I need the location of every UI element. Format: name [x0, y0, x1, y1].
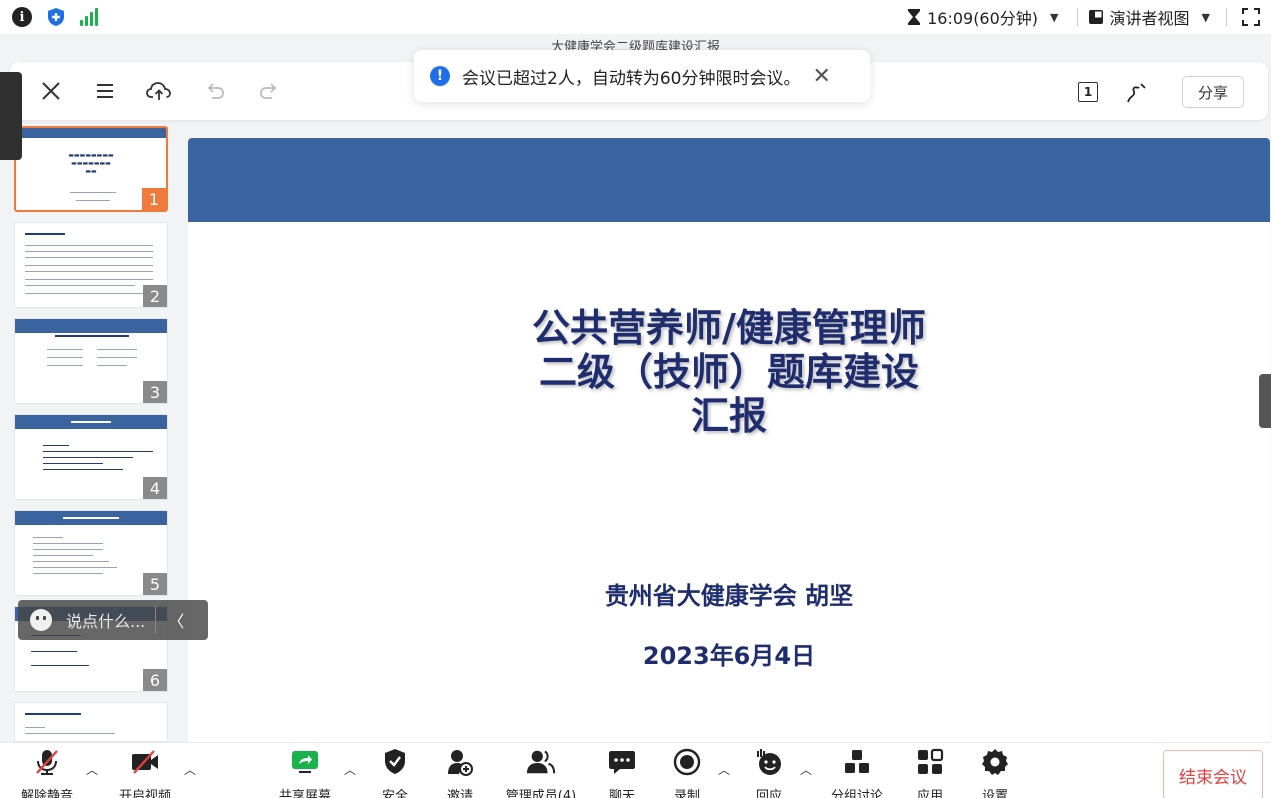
slide-title: 公共营养师/健康管理师 二级（技师）题库建设 汇报 [188, 306, 1270, 438]
share-screen-label: 共享屏幕 [278, 789, 331, 798]
thumbnail-number: 4 [143, 477, 167, 499]
apps-grid-icon [918, 748, 944, 774]
redo-icon [260, 83, 277, 99]
close-icon [42, 82, 60, 100]
breakout-rooms-label: 分组讨论 [830, 789, 883, 798]
settings-button[interactable]: 设置 [950, 747, 1040, 798]
fullscreen-icon[interactable] [1241, 7, 1261, 27]
start-video-button[interactable]: 开启视频 [100, 747, 190, 798]
security-shield-icon [385, 749, 405, 774]
share-screen-icon [292, 751, 318, 773]
alert-icon: ! [430, 66, 450, 86]
chevron-down-icon: ▼ [1050, 10, 1059, 24]
manage-members-label: 管理成员(4) [505, 789, 577, 798]
toast-message: 会议已超过2人，自动转为60分钟限时会议。 [462, 68, 801, 89]
invite-user-icon [448, 750, 473, 776]
undo-icon [207, 83, 224, 99]
settings-label: 设置 [981, 789, 1008, 798]
shield-icon[interactable] [46, 7, 66, 27]
cloud-upload-button[interactable] [146, 78, 172, 104]
timer-text: 16:09(60分钟) [927, 9, 1039, 28]
annotate-button[interactable] [1124, 80, 1150, 106]
meeting-timer[interactable]: 16:09(60分钟) ▼ [899, 5, 1066, 29]
slide-thumbnail[interactable]: 2 [14, 222, 168, 308]
right-panel-handle[interactable] [1259, 374, 1271, 428]
record-label: 录制 [673, 789, 700, 798]
mic-muted-icon [36, 750, 58, 775]
menu-button[interactable] [92, 78, 118, 104]
reaction-emoji-icon [757, 749, 781, 775]
presenter-view-toggle[interactable]: 演讲者视图 ▼ [1088, 5, 1216, 29]
chevron-left-icon[interactable]: 〈 [168, 608, 184, 632]
toast-close-icon[interactable]: ✕ [812, 64, 830, 89]
start-video-label: 开启视频 [118, 789, 171, 798]
presenter-view-label: 演讲者视图 [1109, 9, 1190, 28]
slide-title-line: 公共营养师/健康管理师 [532, 306, 926, 350]
thumbnail-number: 1 [142, 188, 166, 210]
gear-icon [982, 749, 1008, 775]
side-panel-handle[interactable] [0, 72, 22, 160]
reaction-options-icon[interactable]: ︿ [800, 761, 812, 778]
members-icon [526, 750, 556, 774]
redo-button[interactable] [256, 78, 282, 104]
chat-label: 聊天 [608, 789, 635, 798]
slide-date: 2023年6月4日 [642, 642, 816, 670]
security-label: 安全 [381, 789, 408, 798]
menu-icon [97, 84, 113, 98]
invite-label: 邀请 [446, 789, 473, 798]
slide-thumbnail[interactable] [14, 702, 168, 742]
slide-author: 贵州省大健康学会 胡坚 [604, 582, 854, 610]
record-icon [673, 748, 701, 776]
unmute-button[interactable]: 解除静音 [2, 747, 92, 798]
share-screen-button[interactable]: 共享屏幕 [260, 747, 350, 798]
cloud-upload-icon [146, 82, 171, 100]
meeting-controls: 解除静音 ︿ 开启视频 ︿ 共享屏幕 ︿ 安全 邀请 管理成员(4) 聊天 录制… [0, 742, 1271, 798]
undo-button[interactable] [202, 78, 228, 104]
close-button[interactable] [38, 78, 64, 104]
info-icon[interactable]: i [12, 7, 32, 27]
apps-label: 应用 [916, 789, 943, 798]
emoji-icon[interactable] [30, 609, 52, 631]
reactions-label: 回应 [755, 789, 782, 798]
signal-icon[interactable] [80, 8, 98, 26]
thumbnail-number: 5 [143, 573, 167, 595]
thumbnail-number: 6 [143, 669, 167, 691]
thumbnail-number: 3 [143, 381, 167, 403]
slide-thumbnail[interactable]: ▬▬▬▬▬▬▬▬ ▬▬▬▬▬▬▬ ▬▬ 1 [14, 126, 168, 212]
status-bar: i 16:09(60分钟) ▼ 演讲者视图 ▼ [0, 0, 1271, 34]
slide-title-line: 汇报 [690, 394, 767, 438]
chat-placeholder: 说点什么... [66, 612, 146, 631]
pen-squiggle-icon [1127, 83, 1146, 103]
end-meeting-button[interactable]: 结束会议 [1163, 750, 1263, 798]
unmute-label: 解除静音 [20, 789, 73, 798]
hourglass-icon [908, 9, 921, 25]
share-button[interactable]: 分享 [1182, 76, 1244, 108]
slide-title-line: 二级（技师）题库建设 [538, 350, 919, 394]
video-options-icon[interactable]: ︿ [184, 761, 196, 778]
invite-button[interactable]: 邀请 [415, 747, 505, 798]
slide-canvas[interactable]: 公共营养师/健康管理师 二级（技师）题库建设 汇报 贵州省大健康学会 胡坚 20… [188, 138, 1270, 758]
slide-header-band [188, 138, 1270, 222]
layout-icon [1088, 10, 1103, 24]
slide-thumbnail[interactable]: 5 [14, 510, 168, 596]
chat-input[interactable]: 说点什么... 〈 [18, 600, 208, 640]
meeting-limit-toast: ! 会议已超过2人，自动转为60分钟限时会议。 ✕ [414, 50, 870, 102]
manage-members-button[interactable]: 管理成员(4) [496, 747, 586, 798]
slide-thumbnail[interactable]: 3 [14, 318, 168, 404]
chevron-down-icon: ▼ [1201, 10, 1210, 24]
slide-thumbnails: ▬▬▬▬▬▬▬▬ ▬▬▬▬▬▬▬ ▬▬ 1 2 3 4 5 6 [0, 124, 180, 742]
thumbnail-number: 2 [143, 285, 167, 307]
slide-thumbnail[interactable]: 4 [14, 414, 168, 500]
meeting-window: i 16:09(60分钟) ▼ 演讲者视图 ▼ 大健康学会二级题库建设汇报 1 … [0, 0, 1271, 798]
camera-off-icon [132, 750, 158, 774]
breakout-icon [845, 750, 869, 773]
page-indicator-icon[interactable]: 1 [1078, 82, 1098, 102]
audio-options-icon[interactable]: ︿ [86, 761, 98, 778]
chat-bubble-icon [609, 751, 635, 774]
